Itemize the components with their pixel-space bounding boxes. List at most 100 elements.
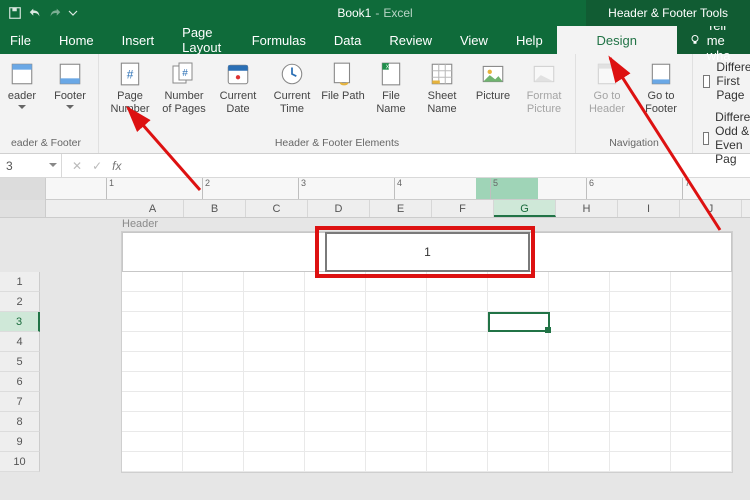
current-time-button[interactable]: Current Time (267, 60, 317, 115)
column-header[interactable]: C (246, 200, 308, 217)
cell[interactable] (244, 432, 305, 451)
cell[interactable] (488, 312, 549, 331)
cell[interactable] (488, 372, 549, 391)
cell[interactable] (366, 432, 427, 451)
cell[interactable] (549, 332, 610, 351)
tell-me-search[interactable]: Tell me wha (677, 26, 750, 54)
cell[interactable] (549, 352, 610, 371)
cell[interactable] (305, 332, 366, 351)
cell[interactable] (610, 452, 671, 471)
row-header[interactable]: 10 (0, 452, 40, 472)
cell[interactable] (671, 452, 732, 471)
cell[interactable] (549, 272, 610, 291)
cell[interactable] (305, 272, 366, 291)
cell[interactable] (183, 412, 244, 431)
cell[interactable] (671, 392, 732, 411)
cell[interactable] (488, 272, 549, 291)
number-of-pages-button[interactable]: # Number of Pages (159, 60, 209, 115)
tab-review[interactable]: Review (375, 26, 446, 54)
qat-dropdown-icon[interactable] (68, 8, 78, 18)
cell[interactable] (183, 352, 244, 371)
cell[interactable] (244, 332, 305, 351)
column-header[interactable]: F (432, 200, 494, 217)
cell[interactable] (122, 452, 183, 471)
cell[interactable] (305, 312, 366, 331)
cell[interactable] (610, 412, 671, 431)
cell-grid[interactable] (122, 272, 732, 472)
cell[interactable] (305, 432, 366, 451)
page-header[interactable]: 1 (122, 232, 732, 272)
page-number-button[interactable]: # Page Number (105, 60, 155, 115)
cell[interactable] (488, 452, 549, 471)
cell[interactable] (122, 312, 183, 331)
cell[interactable] (549, 392, 610, 411)
cell[interactable] (183, 392, 244, 411)
cell[interactable] (427, 352, 488, 371)
cell[interactable] (244, 292, 305, 311)
cell[interactable] (610, 272, 671, 291)
cell[interactable] (122, 292, 183, 311)
sheet-name-button[interactable]: Sheet Name (417, 60, 467, 115)
select-all-corner[interactable] (0, 200, 46, 217)
cell[interactable] (366, 372, 427, 391)
cell[interactable] (488, 292, 549, 311)
cell[interactable] (610, 292, 671, 311)
column-header[interactable]: H (556, 200, 618, 217)
cancel-icon[interactable]: ✕ (72, 159, 82, 173)
cell[interactable] (671, 352, 732, 371)
column-header[interactable]: I (618, 200, 680, 217)
tab-insert[interactable]: Insert (108, 26, 169, 54)
cell[interactable] (427, 392, 488, 411)
cell[interactable] (427, 332, 488, 351)
header-right-section[interactable] (529, 233, 731, 271)
name-box[interactable]: 3 (0, 154, 62, 177)
cell[interactable] (366, 332, 427, 351)
cell[interactable] (549, 452, 610, 471)
cell[interactable] (488, 332, 549, 351)
cell[interactable] (366, 292, 427, 311)
cell[interactable] (427, 312, 488, 331)
tab-view[interactable]: View (446, 26, 502, 54)
cell[interactable] (305, 292, 366, 311)
cell[interactable] (305, 412, 366, 431)
cell[interactable] (671, 372, 732, 391)
cell[interactable] (610, 372, 671, 391)
cell[interactable] (183, 332, 244, 351)
cell[interactable] (244, 392, 305, 411)
cell[interactable] (183, 312, 244, 331)
cell[interactable] (366, 312, 427, 331)
cell[interactable] (183, 432, 244, 451)
cell[interactable] (427, 372, 488, 391)
cell[interactable] (671, 312, 732, 331)
cell[interactable] (488, 432, 549, 451)
tab-file[interactable]: File (0, 26, 45, 54)
cell[interactable] (244, 272, 305, 291)
cell[interactable] (671, 272, 732, 291)
row-header[interactable]: 2 (0, 292, 40, 312)
cell[interactable] (488, 352, 549, 371)
cell[interactable] (549, 312, 610, 331)
cell[interactable] (366, 272, 427, 291)
cell[interactable] (610, 312, 671, 331)
tab-help[interactable]: Help (502, 26, 557, 54)
row-header[interactable]: 5 (0, 352, 40, 372)
cell[interactable] (183, 292, 244, 311)
file-path-button[interactable]: File Path (321, 60, 365, 103)
cell[interactable] (610, 392, 671, 411)
cell[interactable] (122, 272, 183, 291)
tab-page-layout[interactable]: Page Layout (168, 26, 238, 54)
cell[interactable] (122, 392, 183, 411)
column-header[interactable]: B (184, 200, 246, 217)
cell[interactable] (244, 352, 305, 371)
cell[interactable] (427, 292, 488, 311)
column-header[interactable]: A (122, 200, 184, 217)
cell[interactable] (610, 352, 671, 371)
cell[interactable] (366, 412, 427, 431)
cell[interactable] (671, 432, 732, 451)
row-header[interactable]: 3 (0, 312, 40, 332)
cell[interactable] (122, 372, 183, 391)
row-header[interactable]: 1 (0, 272, 40, 292)
cell[interactable] (183, 372, 244, 391)
cell[interactable] (305, 452, 366, 471)
header-center-section[interactable]: 1 (325, 232, 531, 272)
